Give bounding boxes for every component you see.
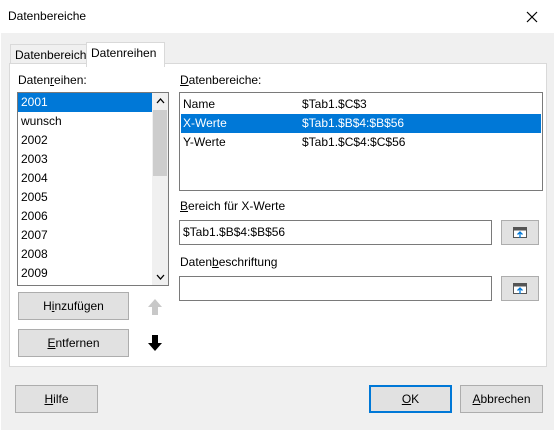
list-item[interactable]: 2003 [18,150,168,169]
remove-series-button[interactable]: Entfernen [18,329,129,357]
data-series-list[interactable]: 2001 wunsch 2002 2003 2004 2005 2006 200… [17,92,169,286]
list-item[interactable]: 2009 [18,264,168,283]
shrink-range-icon [513,226,527,238]
chevron-down-icon [156,274,164,280]
scroll-up-arrow[interactable] [152,93,168,109]
add-series-button[interactable]: Hinzufügen [18,292,129,320]
list-item[interactable]: 2002 [18,131,168,150]
scroll-down-arrow[interactable] [152,269,168,285]
list-scrollbar[interactable] [152,93,168,285]
table-row[interactable]: Y-Werte $Tab1.$C$4:$C$56 [181,133,541,152]
list-item[interactable]: wunsch [18,112,168,131]
table-row[interactable]: Name $Tab1.$C$3 [181,95,541,114]
x-range-input[interactable]: $Tab1.$B$4:$B$56 [179,220,492,245]
arrow-up-icon [148,299,162,315]
move-up-button[interactable] [143,294,167,320]
scroll-thumb[interactable] [153,110,167,176]
data-ranges-table[interactable]: Name $Tab1.$C$3 X-Werte $Tab1.$B$4:$B$56 Y… [179,92,543,191]
x-range-label: Bereich für X-Werte [180,199,286,213]
tab-data-series[interactable]: Datenreihen [86,42,165,67]
close-icon [526,11,538,22]
cancel-button[interactable]: Abbrechen [460,385,543,413]
title-bar: Datenbereiche [0,0,555,33]
data-ranges-label: Datenbereiche: [180,73,262,87]
table-row[interactable]: X-Werte $Tab1.$B$4:$B$56 [181,114,541,133]
arrow-down-icon [148,335,162,351]
data-labels-select-button[interactable] [501,276,539,301]
shrink-range-icon [513,282,527,294]
tab-data-range-label: Datenbereich [15,48,87,62]
tab-strip: Datenbereich Datenreihen [9,42,549,67]
ok-button[interactable]: OK [369,385,452,413]
list-item[interactable]: 2007 [18,226,168,245]
list-item[interactable]: 2005 [18,188,168,207]
list-item[interactable]: 2006 [18,207,168,226]
move-down-button[interactable] [143,330,167,356]
data-series-label: Datenreihen: [18,73,87,87]
list-item[interactable]: 2004 [18,169,168,188]
close-button[interactable] [509,0,555,33]
list-item[interactable]: 2001 [18,93,168,112]
list-item[interactable]: 2008 [18,245,168,264]
window-title: Datenbereiche [8,9,87,23]
x-range-select-button[interactable] [501,220,539,245]
help-button[interactable]: Hilfe [15,385,98,413]
data-labels-label: Datenbeschriftung [180,255,278,269]
chevron-up-icon [156,98,164,104]
data-labels-input[interactable] [179,276,492,301]
tab-data-series-label: Datenreihen [91,46,157,60]
